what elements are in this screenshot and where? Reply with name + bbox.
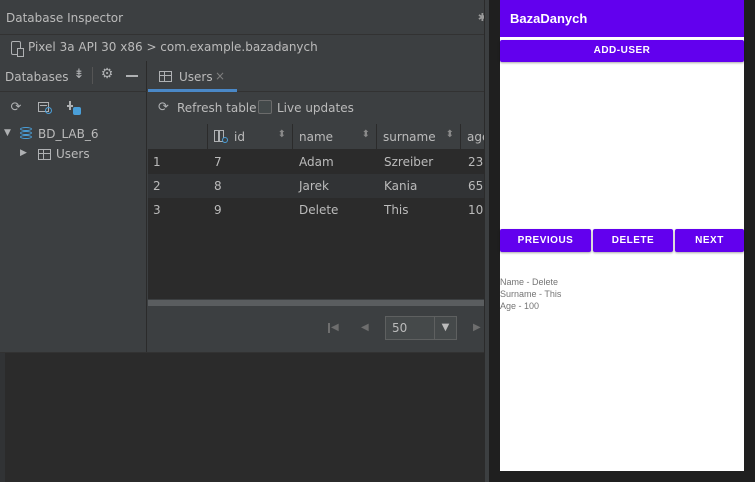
refresh-icon[interactable]: ⟳: [158, 100, 169, 115]
previous-button[interactable]: PREVIOUS: [500, 229, 591, 252]
table-name: Users: [56, 147, 90, 161]
panel-title-bar: Database Inspector ✱: [0, 0, 489, 35]
previous-page-icon[interactable]: ◀: [361, 322, 369, 333]
data-grid: id ⬍ name ⬍ surname ⬍ age 1 7 Adam: [148, 124, 484, 299]
previous-label: PREVIOUS: [517, 235, 574, 246]
page-size-select[interactable]: 50 ▼: [385, 316, 457, 340]
add-user-button[interactable]: ADD-USER: [500, 40, 744, 62]
chevron-down-icon[interactable]: ▼: [434, 317, 456, 339]
phone-screen: BazaDanych ADD-USER PREVIOUS DELETE NEXT…: [500, 0, 744, 471]
databases-header: Databases ⇟ ⚙: [0, 61, 147, 92]
databases-label: Databases: [5, 70, 69, 84]
tab-users[interactable]: Users ×: [148, 61, 237, 92]
table-toolbar: ⟳ Refresh table Live updates: [148, 92, 484, 124]
primary-key-icon: [214, 130, 228, 144]
table-row[interactable]: 1 7 Adam Szreiber 23: [148, 150, 484, 174]
table-icon: [159, 71, 172, 82]
sort-icon[interactable]: ⬍: [446, 129, 454, 140]
chevron-down-icon: ⌵: [280, 39, 289, 52]
next-button[interactable]: NEXT: [675, 229, 744, 252]
editor-gutter: [0, 353, 5, 482]
info-age: Age - 100: [500, 301, 540, 311]
collapse-arrow-icon[interactable]: ▶: [20, 148, 27, 158]
emulator-window: BazaDanych ADD-USER PREVIOUS DELETE NEXT…: [489, 0, 755, 482]
app-title: BazaDanych: [510, 11, 588, 26]
divider: [92, 67, 93, 84]
tab-label: Users: [179, 70, 213, 84]
column-header-name[interactable]: name ⬍: [293, 124, 377, 150]
gear-icon[interactable]: ⚙: [100, 67, 114, 81]
table-icon: [38, 149, 51, 160]
sort-icon[interactable]: ⬍: [278, 129, 286, 140]
table-row[interactable]: 3 9 Delete This 100: [148, 198, 484, 222]
database-name: BD_LAB_6: [38, 127, 99, 141]
refresh-icon[interactable]: ⟳: [9, 101, 23, 115]
next-label: NEXT: [695, 235, 724, 246]
pagination-bar: ◀ ◀ 50 ▼ ▶: [148, 307, 484, 352]
close-icon[interactable]: ×: [215, 69, 225, 83]
scrollbar-thumb[interactable]: [148, 300, 484, 306]
column-header-age[interactable]: age: [461, 124, 484, 150]
page-size-value: 50: [392, 321, 408, 335]
horizontal-scrollbar[interactable]: [148, 299, 484, 307]
app-bar: BazaDanych: [500, 0, 744, 37]
minimize-icon[interactable]: [126, 75, 138, 77]
database-icon: [20, 127, 32, 141]
column-header-id[interactable]: id ⬍: [208, 124, 293, 150]
expand-arrow-icon[interactable]: ▼: [4, 128, 11, 138]
query-icon[interactable]: [38, 101, 52, 115]
panel-title: Database Inspector: [6, 11, 124, 25]
column-header-surname[interactable]: surname ⬍: [377, 124, 461, 150]
first-page-icon[interactable]: ◀: [328, 322, 339, 333]
tree-item-table[interactable]: ▶ Users: [0, 144, 147, 164]
refresh-table-button[interactable]: Refresh table: [177, 101, 257, 115]
collapse-all-icon[interactable]: ⇟: [72, 68, 86, 82]
table-view-pane: Users × ⟳ Refresh table Live updates id …: [148, 61, 484, 352]
keep-connections-icon[interactable]: [67, 101, 81, 115]
tab-bar: Users ×: [148, 61, 484, 92]
live-updates-label[interactable]: Live updates: [277, 101, 354, 115]
next-page-icon[interactable]: ▶: [473, 322, 481, 333]
add-user-label: ADD-USER: [593, 45, 651, 56]
info-surname: Surname - This: [500, 289, 562, 299]
device-selector[interactable]: Pixel 3a API 30 x86 > com.example.bazada…: [0, 35, 489, 61]
live-updates-checkbox[interactable]: [258, 100, 272, 114]
device-icon: [11, 41, 24, 57]
databases-pane: Databases ⇟ ⚙ ⟳ ▼ BD_LAB_6 ▶ Users: [0, 61, 147, 352]
delete-label: DELETE: [611, 235, 655, 246]
editor-area: [0, 352, 489, 482]
sort-icon[interactable]: ⬍: [362, 129, 370, 140]
delete-button[interactable]: DELETE: [593, 229, 673, 252]
table-row[interactable]: 2 8 Jarek Kania 65: [148, 174, 484, 198]
database-inspector-panel: Database Inspector ✱ Pixel 3a API 30 x86…: [0, 0, 489, 482]
databases-toolbar: ⟳: [0, 92, 147, 124]
grid-header: id ⬍ name ⬍ surname ⬍ age: [148, 124, 484, 150]
device-label: Pixel 3a API 30 x86 > com.example.bazada…: [28, 40, 318, 54]
tree-item-database[interactable]: ▼ BD_LAB_6: [0, 124, 147, 144]
info-name: Name - Delete: [500, 277, 559, 287]
row-number-header: [148, 124, 208, 150]
